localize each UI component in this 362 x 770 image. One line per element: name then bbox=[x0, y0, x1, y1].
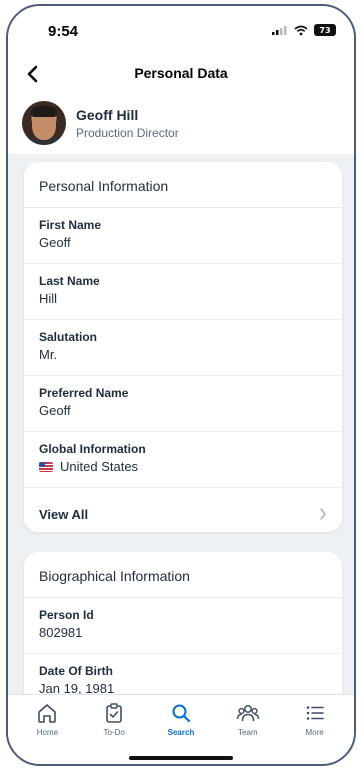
biographical-information-card: Biographical Information Person Id 80298… bbox=[24, 552, 342, 694]
field-preferred-name: Preferred Name Geoff bbox=[24, 376, 342, 432]
field-label: Date Of Birth bbox=[39, 664, 114, 678]
nav-bar: Personal Data bbox=[8, 56, 354, 92]
phone-frame: 9:54 73 Personal Data Geoff Hill Product… bbox=[6, 4, 356, 766]
view-all-row[interactable]: View All bbox=[24, 488, 342, 540]
field-last-name: Last Name Hill bbox=[24, 264, 342, 320]
page-title: Personal Data bbox=[134, 65, 228, 81]
tab-more[interactable]: More bbox=[287, 701, 343, 737]
battery-icon: 73 bbox=[314, 24, 336, 36]
tab-home[interactable]: Home bbox=[19, 701, 75, 737]
home-icon bbox=[35, 701, 59, 725]
home-indicator bbox=[129, 756, 233, 760]
tab-label: Search bbox=[167, 728, 195, 737]
status-icons: 73 bbox=[272, 24, 336, 36]
profile-header: Geoff Hill Production Director bbox=[22, 100, 179, 146]
wifi-icon bbox=[294, 25, 308, 35]
field-value: Mr. bbox=[39, 347, 58, 362]
personal-information-card: Personal Information First Name Geoff La… bbox=[24, 162, 342, 532]
field-value: 802981 bbox=[39, 625, 83, 640]
header-area: 9:54 73 Personal Data Geoff Hill Product… bbox=[8, 6, 354, 154]
signal-icon bbox=[272, 26, 287, 35]
field-value: Geoff bbox=[39, 235, 71, 250]
profile-text: Geoff Hill Production Director bbox=[76, 107, 179, 140]
tab-label: To-Do bbox=[103, 728, 125, 737]
field-label: Salutation bbox=[39, 330, 98, 344]
us-flag-icon bbox=[39, 461, 53, 472]
profile-name: Geoff Hill bbox=[76, 106, 139, 123]
field-global-information: Global Information United States bbox=[24, 432, 342, 488]
field-value: Hill bbox=[39, 291, 58, 306]
tab-label: Home bbox=[36, 728, 59, 737]
content-scroll[interactable]: Personal Information First Name Geoff La… bbox=[8, 154, 354, 694]
field-label: Preferred Name bbox=[39, 386, 129, 400]
tab-todo[interactable]: To-Do bbox=[86, 701, 142, 737]
card-header: Biographical Information bbox=[24, 552, 342, 598]
field-label: Person Id bbox=[39, 608, 94, 622]
flag-canton bbox=[39, 461, 45, 467]
view-all-label: View All bbox=[39, 506, 89, 522]
country-value: United States bbox=[60, 459, 139, 474]
field-label: Global Information bbox=[39, 442, 146, 456]
tab-team[interactable]: Team bbox=[220, 701, 276, 737]
avatar bbox=[22, 101, 66, 145]
chevron-right-icon bbox=[320, 508, 326, 520]
avatar-hair bbox=[31, 106, 57, 117]
field-value: Geoff bbox=[39, 403, 71, 418]
field-label: Last Name bbox=[39, 274, 100, 288]
field-date-of-birth: Date Of Birth Jan 19, 1981 bbox=[24, 654, 342, 694]
search-icon bbox=[169, 701, 193, 725]
field-label: First Name bbox=[39, 218, 102, 232]
list-icon bbox=[303, 701, 327, 725]
tab-search[interactable]: Search bbox=[153, 701, 209, 737]
profile-role: Production Director bbox=[76, 125, 179, 140]
tab-bar: Home To-Do Search Team More bbox=[8, 694, 354, 764]
status-bar: 9:54 73 bbox=[8, 6, 354, 56]
field-first-name: First Name Geoff bbox=[24, 208, 342, 264]
team-icon bbox=[236, 701, 260, 725]
field-value: Jan 19, 1981 bbox=[39, 681, 115, 694]
clipboard-check-icon bbox=[102, 701, 126, 725]
field-person-id: Person Id 802981 bbox=[24, 598, 342, 654]
status-time: 9:54 bbox=[48, 23, 79, 40]
tabs: Home To-Do Search Team More bbox=[8, 695, 354, 737]
field-value: United States bbox=[39, 459, 327, 474]
tab-label: Team bbox=[238, 728, 258, 737]
card-header: Personal Information bbox=[24, 162, 342, 208]
tab-label: More bbox=[305, 728, 324, 737]
field-salutation: Salutation Mr. bbox=[24, 320, 342, 376]
